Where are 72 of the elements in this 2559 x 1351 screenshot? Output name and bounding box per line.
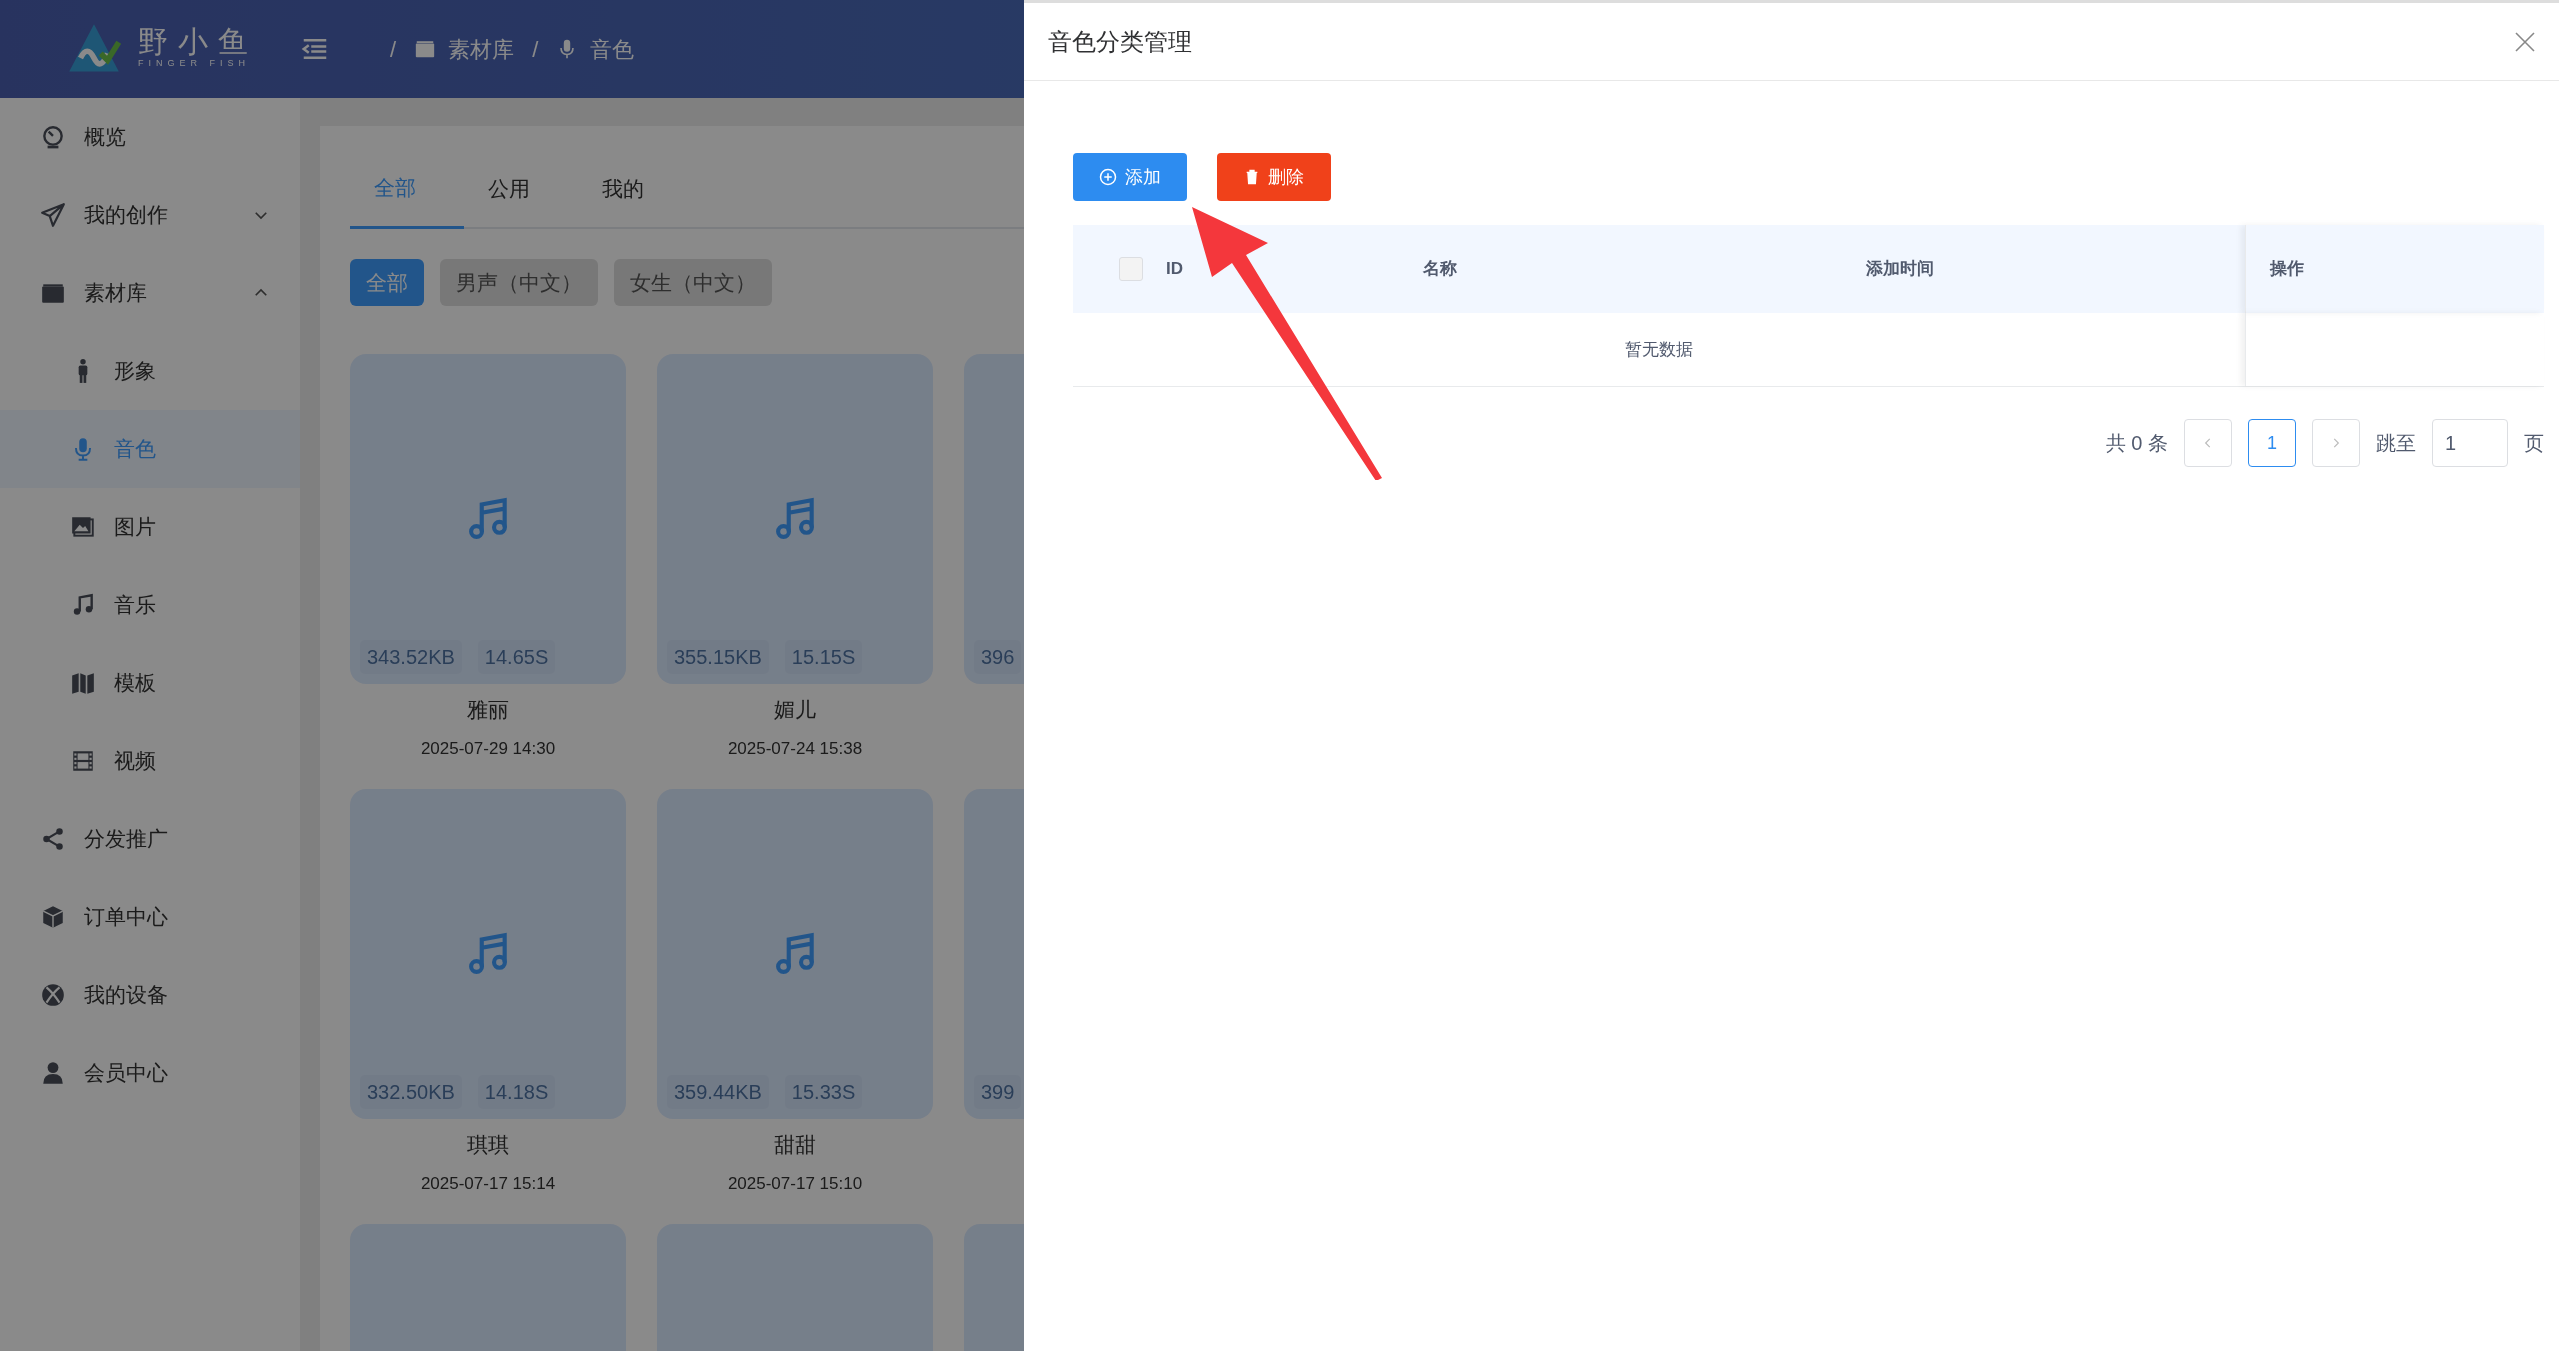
plus-circle-icon: [1099, 168, 1117, 186]
duration-tag: 15.33S: [784, 1075, 863, 1109]
logo-text: 野小鱼: [138, 27, 258, 58]
sidebar-item[interactable]: 音乐: [0, 566, 300, 644]
sidebar-item[interactable]: 我的设备: [0, 956, 300, 1034]
file-size-tag: 399: [974, 1075, 1022, 1109]
duration-tag: 14.65S: [477, 640, 556, 674]
voice-card[interactable]: 355.15KB 15.15S: [657, 354, 933, 684]
total-count: 共 0 条: [2105, 431, 2168, 456]
voice-date: 2025-07-17 15:10: [726, 1172, 864, 1195]
voice-date: 2025-07-24 15:38: [726, 737, 864, 760]
voice-card[interactable]: 343.52KB 14.65S: [350, 354, 626, 684]
paper-plane-icon: [40, 202, 66, 228]
file-size-tag: 355.15KB: [667, 640, 769, 674]
logo-subtitle: FINGER FISH: [138, 57, 251, 71]
sidebar-item[interactable]: 我的创作: [0, 176, 300, 254]
column-header: 操作: [2270, 258, 2304, 281]
filter-button[interactable]: 女生（中文）: [614, 258, 772, 306]
sidebar-item[interactable]: 分发推广: [0, 800, 300, 878]
page-jump-field[interactable]: 1: [2432, 419, 2508, 467]
sidebar-item[interactable]: 视频: [0, 722, 300, 800]
sidebar-item[interactable]: 订单中心: [0, 878, 300, 956]
film-icon: [70, 748, 96, 774]
page-button[interactable]: 1: [2248, 419, 2296, 467]
trash-icon: [1244, 169, 1260, 185]
duration-tag: 15.15S: [784, 640, 863, 674]
drawer-title: 音色分类管理: [1048, 26, 1192, 57]
file-size-tag: 343.52KB: [360, 640, 462, 674]
select-all-checkbox[interactable]: [1119, 257, 1143, 281]
jump-label: 跳至: [2376, 431, 2416, 456]
tab[interactable]: 我的: [578, 158, 692, 227]
file-size-tag: 359.44KB: [667, 1075, 769, 1109]
sidebar-item[interactable]: 会员中心: [0, 1034, 300, 1112]
sidebar-item[interactable]: 图片: [0, 488, 300, 566]
previous-page-button[interactable]: [2184, 419, 2232, 467]
sidebar-item[interactable]: 素材库: [0, 254, 300, 332]
sidebar-item[interactable]: 模板: [0, 644, 300, 722]
folder-icon: [414, 38, 437, 60]
user-icon: [40, 1060, 66, 1086]
voice-date: 2025-07-29 14:30: [419, 737, 557, 760]
filter-button[interactable]: 男声（中文）: [440, 258, 598, 306]
column-header: ID: [1166, 259, 1183, 279]
breadcrumb-item: 音色: [590, 35, 635, 64]
add-button[interactable]: 添加: [1073, 153, 1187, 201]
duration-tag: 14.18S: [477, 1075, 556, 1109]
column-header: 名称: [1423, 259, 1457, 279]
voice-date: 2025-07-17 15:14: [419, 1172, 557, 1195]
delete-button[interactable]: 删除: [1217, 153, 1331, 201]
empty-message: 暂无数据: [1624, 338, 1694, 361]
tab[interactable]: 公用: [464, 158, 578, 227]
voice-name: 甜甜: [773, 1132, 817, 1158]
breadcrumb-separator: /: [532, 35, 539, 64]
share-icon: [40, 826, 66, 852]
pictures-icon: [70, 514, 96, 540]
gauge-icon: [40, 124, 66, 150]
sidebar-item[interactable]: 概览: [0, 98, 300, 176]
sidebar-item[interactable]: 形象: [0, 332, 300, 410]
file-size-tag: 332.50KB: [360, 1075, 462, 1109]
cube-icon: [40, 904, 66, 930]
voice-card[interactable]: 332.50KB 14.18S: [350, 789, 626, 1119]
breadcrumb-item[interactable]: 素材库: [448, 32, 515, 66]
file-size-tag: 396: [974, 640, 1022, 674]
breadcrumb-separator: /: [390, 35, 397, 64]
voice-name: 媚儿: [773, 697, 817, 723]
page-suffix: 页: [2524, 431, 2544, 456]
voice-card[interactable]: 359.44KB 15.33S: [657, 789, 933, 1119]
voice-name: 琪琪: [466, 1132, 510, 1158]
map-icon: [70, 670, 96, 696]
gamepad-logo-icon: [40, 982, 66, 1008]
voice-name: 雅丽: [466, 697, 510, 723]
column-header: 添加时间: [1865, 259, 1934, 279]
next-page-button[interactable]: [2312, 419, 2360, 467]
